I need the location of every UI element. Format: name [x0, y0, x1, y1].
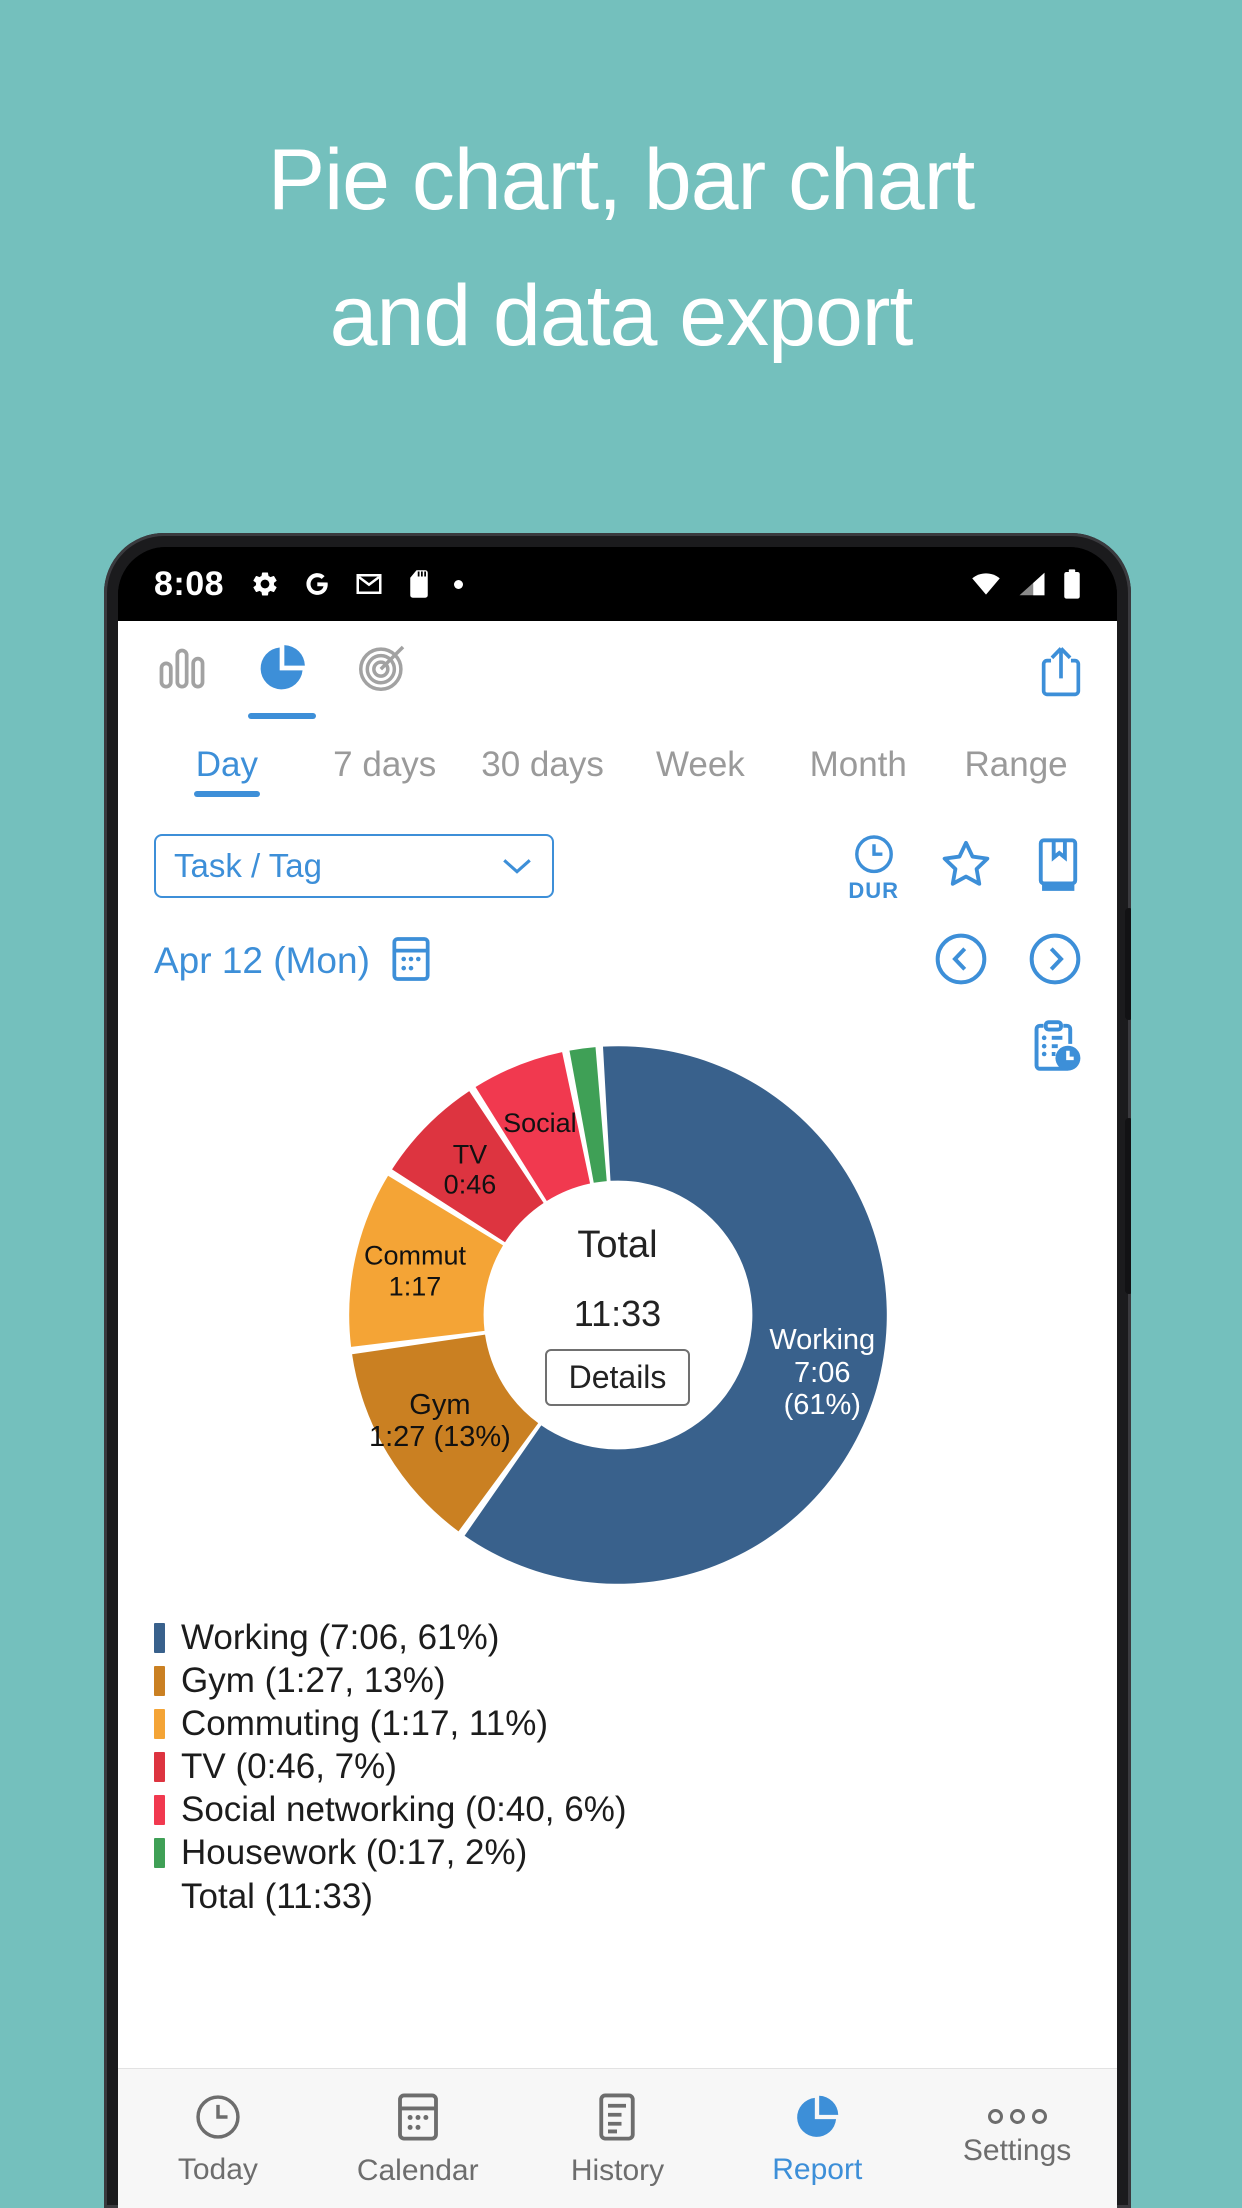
legend-swatch: [154, 1751, 165, 1782]
legend-item-tv[interactable]: TV (0:46, 7%): [154, 1746, 1117, 1787]
total-label: Total: [577, 1224, 658, 1266]
nav-label: History: [570, 2153, 665, 2187]
chevron-down-icon: [503, 859, 531, 874]
phone-volume-button: [1125, 1118, 1131, 1294]
date-navigation-row: Apr 12 (Mon): [118, 915, 1117, 1007]
legend-label: TV (0:46, 7%): [181, 1746, 397, 1786]
toolbar-goal-tab[interactable]: [354, 640, 410, 707]
headline-line-2: and data export: [329, 268, 914, 364]
share-export-icon: [1041, 646, 1081, 696]
app-screen: Day 7 days 30 days Week Month Range Task…: [118, 621, 1117, 2208]
filter-row: Task / Tag DUR: [118, 817, 1117, 915]
dot-icon: [454, 579, 464, 589]
legend-item-working[interactable]: Working (7:06, 61%): [154, 1617, 1117, 1658]
goal-target-icon: [359, 645, 405, 691]
gmail-icon: [356, 574, 382, 594]
legend-swatch: [154, 1622, 165, 1653]
star-icon: [942, 840, 990, 886]
pie-chart-area: Total 11:33 Details Working 7:06 (61%) Gym…: [118, 1035, 1117, 1595]
nav-label: Settings: [962, 2134, 1072, 2167]
tab-underline: [193, 791, 260, 797]
tab-7-days[interactable]: 7 days: [306, 745, 464, 797]
donut-center-summary: Total 11:33 Details: [493, 1191, 742, 1439]
nav-item-history[interactable]: History: [518, 2090, 718, 2188]
tab-month[interactable]: Month: [779, 745, 937, 797]
legend-swatch: [154, 1794, 165, 1825]
legend-swatch: [154, 1837, 165, 1868]
favorite-button[interactable]: [939, 837, 993, 896]
pie-chart-icon: [260, 644, 305, 689]
tab-week[interactable]: Week: [621, 745, 779, 797]
legend-label: Social networking (0:40, 6%): [181, 1789, 627, 1829]
nav-item-report[interactable]: Report: [717, 2091, 917, 2187]
nav-label: Today: [177, 2152, 258, 2186]
google-g-icon: [306, 573, 328, 595]
status-bar-system-icons: [969, 568, 1083, 600]
sd-card-icon: [410, 570, 428, 598]
chevron-right-icon: [1029, 933, 1081, 984]
calendar-icon: [397, 2092, 438, 2141]
nav-item-today[interactable]: Today: [118, 2091, 318, 2187]
chart-legend: Working (7:06, 61%) Gym (1:27, 13%) Comm…: [118, 1617, 1117, 1917]
task-tag-select[interactable]: Task / Tag: [154, 834, 554, 898]
duration-sort-button[interactable]: DUR: [848, 829, 899, 904]
chart-type-toolbar: [118, 621, 1117, 725]
legend-swatch: [154, 1708, 165, 1739]
legend-item-social-networking[interactable]: Social networking (0:40, 6%): [154, 1789, 1117, 1830]
legend-label: Commuting (1:17, 11%): [181, 1703, 549, 1743]
calendar-icon: [392, 936, 430, 981]
bottom-navigation-bar: Today Calendar History Report Settings: [118, 2068, 1117, 2208]
legend-total: Total (11:33): [181, 1877, 373, 1916]
promo-headline: Pie chart, bar chart and data export: [0, 112, 1242, 384]
phone-screen: 8:08 Day 7 days 30 days Week Month Range…: [118, 547, 1117, 2208]
current-date-label[interactable]: Apr 12 (Mon): [154, 940, 370, 982]
duration-clock-icon: [854, 834, 893, 873]
battery-icon: [1064, 569, 1080, 599]
status-bar: 8:08: [118, 547, 1117, 621]
phone-power-button: [1125, 908, 1131, 1020]
duration-label: DUR: [848, 877, 899, 903]
headline-line-1: Pie chart, bar chart: [267, 132, 976, 228]
legend-swatch: [154, 1665, 165, 1696]
status-bar-notification-icons: [250, 569, 464, 599]
share-export-button[interactable]: [1035, 642, 1087, 705]
cellular-signal-icon: [1019, 572, 1045, 596]
status-bar-time: 8:08: [154, 564, 225, 603]
task-tag-select-value: Task / Tag: [174, 847, 322, 884]
legend-item-housework[interactable]: Housework (0:17, 2%): [154, 1832, 1117, 1873]
donut-chart[interactable]: Total 11:33 Details Working 7:06 (61%) Gym…: [338, 1035, 898, 1595]
date-picker-button[interactable]: [388, 934, 434, 989]
active-tab-underline: [248, 712, 316, 719]
details-button[interactable]: Details: [544, 1349, 691, 1406]
nav-item-settings[interactable]: Settings: [917, 2109, 1117, 2168]
tab-30-days[interactable]: 30 days: [464, 745, 622, 797]
nav-label: Report: [772, 2152, 863, 2186]
previous-day-button[interactable]: [933, 931, 989, 992]
legend-item-gym[interactable]: Gym (1:27, 13%): [154, 1660, 1117, 1701]
next-day-button[interactable]: [1027, 931, 1083, 992]
toolbar-pie-chart-tab[interactable]: [248, 640, 316, 719]
tab-day[interactable]: Day: [148, 745, 306, 797]
period-tab-bar: Day 7 days 30 days Week Month Range: [118, 725, 1117, 817]
more-dots-icon: [987, 2109, 1047, 2124]
nav-label: Calendar: [356, 2153, 479, 2187]
wifi-icon: [972, 573, 1000, 595]
phone-mockup: 8:08 Day 7 days 30 days Week Month Range…: [104, 533, 1131, 2208]
clock-icon: [196, 2094, 240, 2139]
nav-item-calendar[interactable]: Calendar: [318, 2090, 518, 2188]
gear-icon: [253, 572, 277, 596]
total-value: 11:33: [573, 1293, 662, 1334]
legend-item-commuting[interactable]: Commuting (1:17, 11%): [154, 1703, 1117, 1744]
tab-range[interactable]: Range: [937, 745, 1095, 797]
pie-chart-icon: [797, 2095, 839, 2137]
toolbar-bar-chart-tab[interactable]: [154, 640, 210, 707]
bar-chart-icon: [159, 648, 205, 689]
list-history-icon: [599, 2092, 636, 2141]
legend-label: Gym (1:27, 13%): [181, 1660, 446, 1700]
legend-label: Housework (0:17, 2%): [181, 1832, 528, 1872]
chevron-left-icon: [935, 933, 987, 984]
bookmark-icon: [1038, 837, 1078, 891]
bookmark-button[interactable]: [1033, 836, 1083, 897]
legend-label: Working (7:06, 61%): [181, 1617, 500, 1657]
